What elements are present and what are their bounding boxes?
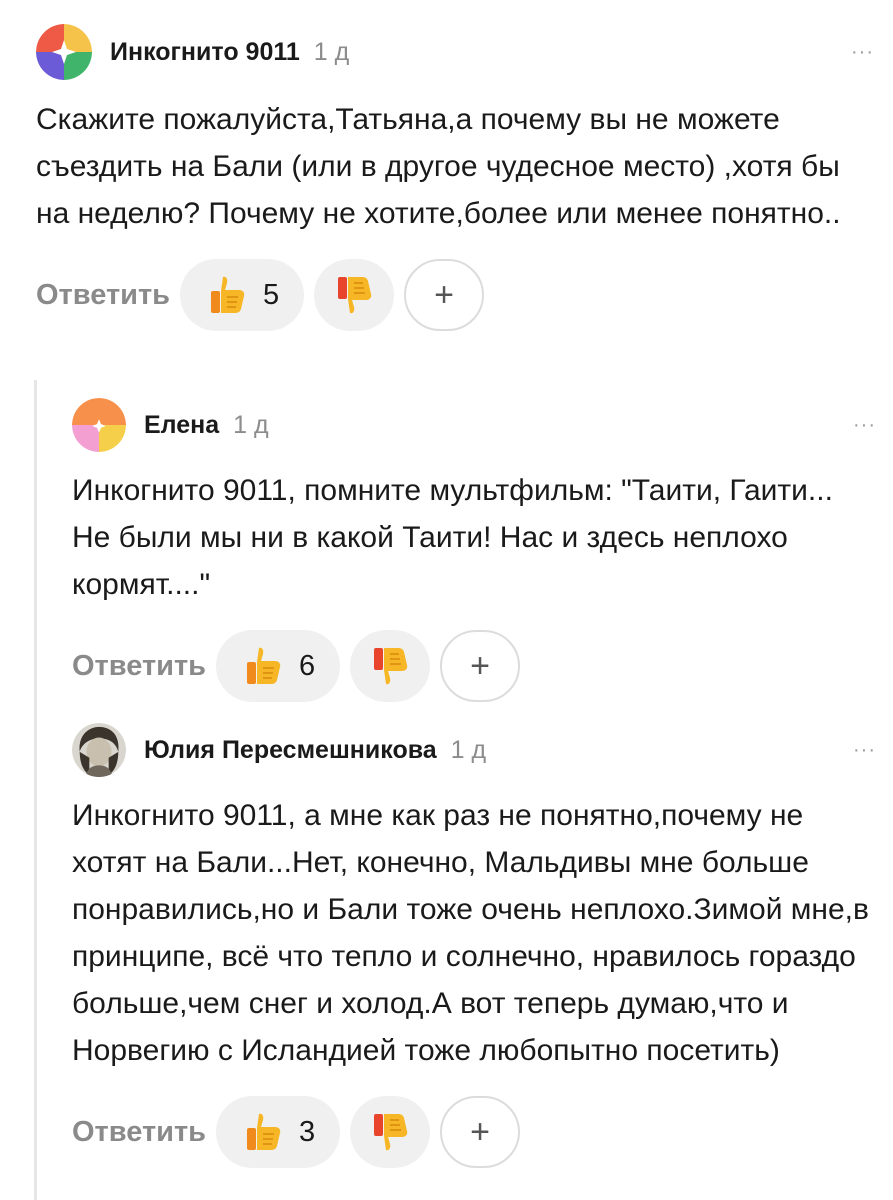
thumbs-up-icon <box>210 276 245 313</box>
add-reaction-button[interactable]: + <box>404 259 485 331</box>
like-count: 3 <box>298 1115 316 1148</box>
comment: Елена 1 д ··· Инкогнито 9011, помните му… <box>72 395 878 702</box>
comment-header: Елена 1 д ··· <box>72 395 878 455</box>
comment: Юлия Пересмешникова 1 д ··· Инкогнито 90… <box>72 720 878 1168</box>
reply-button[interactable]: Ответить <box>36 279 170 312</box>
like-button[interactable]: 3 <box>216 1096 341 1168</box>
reply-button[interactable]: Ответить <box>72 650 206 683</box>
add-reaction-button[interactable]: + <box>440 1096 521 1168</box>
thumbs-up-icon <box>246 1113 281 1150</box>
comment-actions: Ответить 6 + <box>72 630 878 702</box>
reply-button[interactable]: Ответить <box>72 1116 206 1149</box>
comment-actions: Ответить 3 + <box>72 1096 878 1168</box>
avatar[interactable] <box>36 24 92 80</box>
avatar[interactable] <box>72 398 126 452</box>
comment: Инкогнито 9011 1 д ··· Скажите пожалуйст… <box>36 22 876 331</box>
avatar[interactable] <box>72 723 126 777</box>
comment-actions: Ответить 5 + <box>36 259 876 331</box>
comment-header: Юлия Пересмешникова 1 д ··· <box>72 720 878 780</box>
comment-text: Инкогнито 9011, а мне как раз не понятно… <box>72 799 869 1067</box>
like-button[interactable]: 5 <box>180 259 305 331</box>
comment-date: 1 д <box>233 410 269 439</box>
thumbs-up-icon <box>246 647 281 684</box>
like-count: 5 <box>262 278 280 311</box>
comment-text: Скажите пожалуйста,Татьяна,а почему вы н… <box>36 103 841 230</box>
author-name[interactable]: Елена <box>144 411 219 440</box>
author-name[interactable]: Инкогнито 9011 <box>110 38 300 67</box>
author-name[interactable]: Юлия Пересмешникова <box>144 736 437 765</box>
dislike-button[interactable] <box>314 259 395 331</box>
comment-date: 1 д <box>450 735 487 764</box>
thumbs-down-icon <box>338 277 372 314</box>
more-dots-icon[interactable]: ··· <box>853 415 876 435</box>
dislike-button[interactable] <box>350 630 431 702</box>
like-count: 6 <box>298 649 316 682</box>
comment-header: Инкогнито 9011 1 д ··· <box>36 22 876 82</box>
more-dots-icon[interactable]: ··· <box>851 42 874 62</box>
add-reaction-button[interactable]: + <box>440 630 521 702</box>
more-dots-icon[interactable]: ··· <box>853 740 876 760</box>
thumbs-down-icon <box>374 648 408 685</box>
comment-date: 1 д <box>313 37 350 66</box>
comment-text: Инкогнито 9011, помните мультфильм: "Таи… <box>72 474 833 601</box>
dislike-button[interactable] <box>350 1096 431 1168</box>
like-button[interactable]: 6 <box>216 630 341 702</box>
reply-thread-line <box>34 380 37 1200</box>
thumbs-down-icon <box>374 1114 408 1151</box>
